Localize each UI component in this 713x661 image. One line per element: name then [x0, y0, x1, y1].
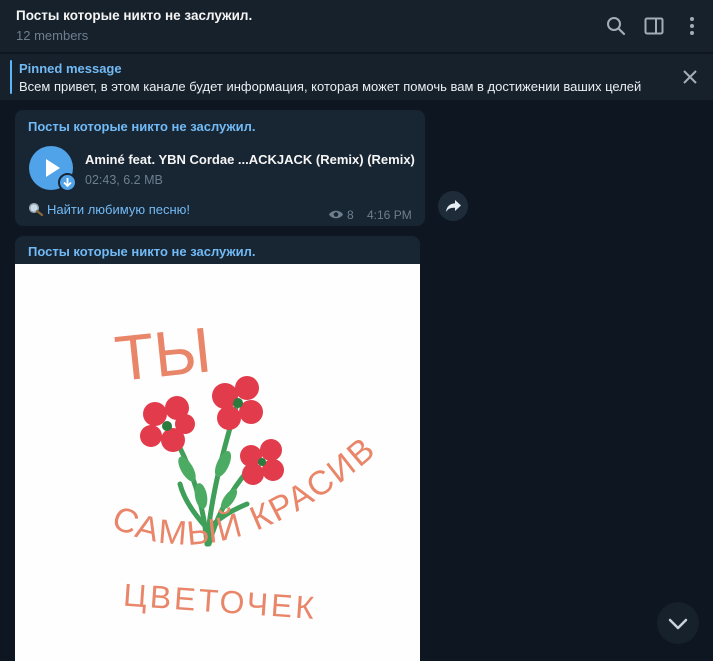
sidebar-toggle-icon[interactable] [642, 14, 666, 38]
photo[interactable]: ТЫ САМЫЙ КРАСИВ ЦВЕТОЧЕК [15, 264, 420, 661]
photo-message[interactable]: Посты которые никто не заслужил. ТЫ САМЫ… [15, 236, 420, 661]
chat-title[interactable]: Посты которые никто не заслужил. [16, 8, 252, 23]
view-count: 8 [328, 208, 354, 222]
close-icon[interactable] [681, 68, 699, 86]
audio-message[interactable]: Посты которые никто не заслужил. Aminé f… [15, 110, 425, 226]
chat-member-count: 12 members [16, 28, 89, 43]
audio-meta: 02:43, 6.2 MB [85, 173, 163, 187]
eye-icon [328, 209, 344, 220]
pinned-text[interactable]: Всем привет, в этом канале будет информа… [19, 79, 659, 94]
photo-text-top: ТЫ [112, 313, 215, 395]
search-icon[interactable] [604, 14, 628, 38]
view-count-value: 8 [347, 208, 354, 222]
pinned-message-bar[interactable]: Pinned message Всем привет, в этом канал… [0, 54, 713, 100]
magnifier-emoji-icon [28, 202, 44, 217]
message-time: 4:16 PM [367, 208, 412, 222]
pinned-accent-bar [10, 60, 12, 94]
pinned-label: Pinned message [19, 61, 122, 76]
play-icon [46, 159, 60, 177]
message-author[interactable]: Посты которые никто не заслужил. [28, 244, 256, 259]
scroll-to-bottom-button[interactable] [657, 602, 699, 644]
message-author[interactable]: Посты которые никто не заслужил. [28, 119, 256, 134]
download-icon[interactable] [58, 173, 77, 192]
chat-header[interactable]: Посты которые никто не заслужил. 12 memb… [0, 0, 713, 52]
message-link-text[interactable]: Найти любимую песню! [47, 202, 190, 217]
message-link[interactable]: Найти любимую песню! [28, 202, 190, 217]
audio-title: Aminé feat. YBN Cordae ...ACKJACK (Remix… [85, 152, 415, 167]
more-vertical-icon[interactable] [680, 14, 704, 38]
share-button[interactable] [438, 191, 468, 221]
